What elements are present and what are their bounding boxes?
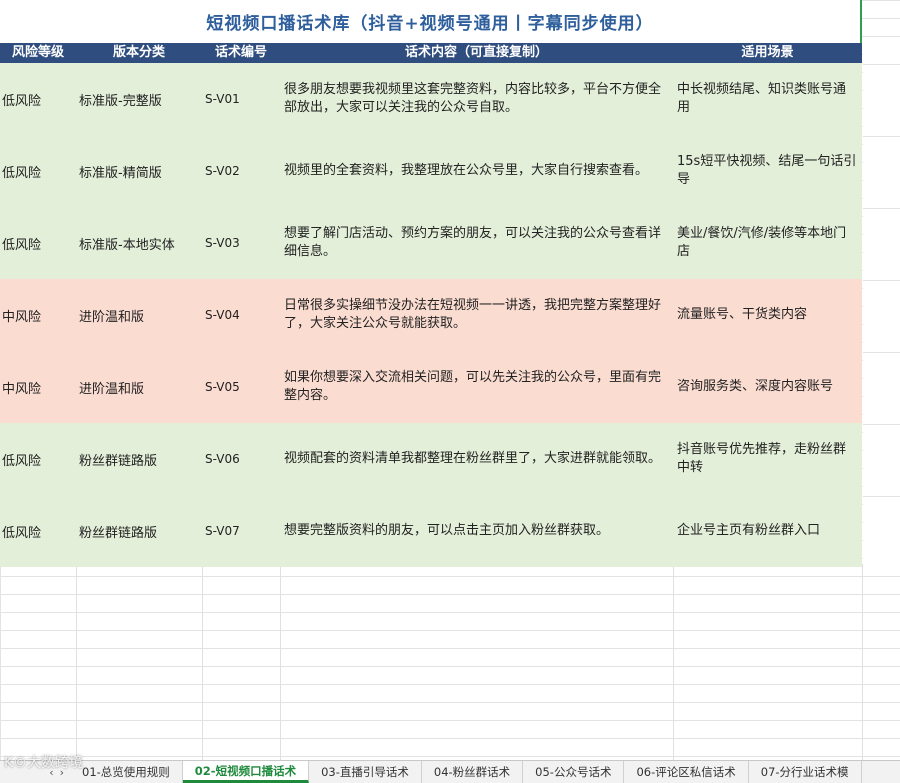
cell-risk[interactable]: 低风险: [0, 207, 76, 279]
sheet-tab-bar: ‹ › 01-总览使用规则 02-短视频口播话术 03-直播引导话术 04-粉丝…: [0, 760, 900, 783]
cell-scene[interactable]: 抖音账号优先推荐，走粉丝群中转: [673, 423, 862, 495]
cell-code[interactable]: S-V02: [202, 135, 280, 207]
cell-scene[interactable]: 企业号主页有粉丝群入口: [673, 495, 862, 567]
sheet-tab[interactable]: 01-总览使用规则: [70, 761, 183, 783]
cell-scene[interactable]: 咨询服务类、深度内容账号: [673, 351, 862, 423]
cell-content[interactable]: 想要完整版资料的朋友，可以点击主页加入粉丝群获取。: [280, 495, 673, 567]
cell-risk[interactable]: 中风险: [0, 279, 76, 351]
sheet-tab-active[interactable]: 02-短视频口播话术: [182, 761, 310, 783]
cell-scene[interactable]: 15s短平快视频、结尾一句话引导: [673, 135, 862, 207]
cell-content[interactable]: 日常很多实操细节没办法在短视频一一讲透，我把完整方案整理好了，大家关注公众号就能…: [280, 279, 673, 351]
cell-code[interactable]: S-V06: [202, 423, 280, 495]
cell-content[interactable]: 很多朋友想要我视频里这套完整资料，内容比较多，平台不方便全部放出，大家可以关注我…: [280, 63, 673, 135]
cell-category[interactable]: 标准版-完整版: [76, 63, 202, 135]
right-empty-column: [863, 44, 900, 564]
cell-category[interactable]: 粉丝群链路版: [76, 423, 202, 495]
table-row[interactable]: 低风险 标准版-完整版 S-V01 很多朋友想要我视频里这套完整资料，内容比较多…: [0, 63, 862, 135]
sheet-title[interactable]: 短视频口播话术库（抖音+视频号通用丨字幕同步使用）: [0, 0, 862, 43]
cell-category[interactable]: 进阶温和版: [76, 279, 202, 351]
table-row[interactable]: 低风险 标准版-精简版 S-V02 视频里的全套资料，我整理放在公众号里，大家自…: [0, 135, 862, 207]
header-code[interactable]: 话术编号: [202, 43, 280, 63]
cell-content[interactable]: 如果你想要深入交流相关问题，可以先关注我的公众号，里面有完整内容。: [280, 351, 673, 423]
cell-risk[interactable]: 低风险: [0, 63, 76, 135]
sheet-tab[interactable]: 03-直播引导话术: [309, 761, 422, 783]
cell-code[interactable]: S-V05: [202, 351, 280, 423]
grid-col-line: [673, 564, 674, 760]
cell-content[interactable]: 视频配套的资料清单我都整理在粉丝群里了，大家进群就能领取。: [280, 423, 673, 495]
cell-scene[interactable]: 中长视频结尾、知识类账号通用: [673, 63, 862, 135]
cell-risk[interactable]: 低风险: [0, 423, 76, 495]
table-row[interactable]: 低风险 标准版-本地实体 S-V03 想要了解门店活动、预约方案的朋友，可以关注…: [0, 207, 862, 279]
cell-code[interactable]: S-V04: [202, 279, 280, 351]
header-content[interactable]: 话术内容（可直接复制）: [280, 43, 673, 63]
grid-col-line: [280, 564, 281, 760]
cell-code[interactable]: S-V01: [202, 63, 280, 135]
cell-category[interactable]: 标准版-本地实体: [76, 207, 202, 279]
cell-risk[interactable]: 低风险: [0, 135, 76, 207]
table-row[interactable]: 中风险 进阶温和版 S-V05 如果你想要深入交流相关问题，可以先关注我的公众号…: [0, 351, 862, 423]
cell-content[interactable]: 视频里的全套资料，我整理放在公众号里，大家自行搜索查看。: [280, 135, 673, 207]
header-risk[interactable]: 风险等级: [0, 43, 76, 63]
sheet-tab[interactable]: 04-粉丝群话术: [422, 761, 524, 783]
cell-risk[interactable]: 低风险: [0, 495, 76, 567]
header-category[interactable]: 版本分类: [76, 43, 202, 63]
sheet-tab[interactable]: 05-公众号话术: [523, 761, 625, 783]
cell-category[interactable]: 进阶温和版: [76, 351, 202, 423]
table-row[interactable]: 低风险 粉丝群链路版 S-V07 想要完整版资料的朋友，可以点击主页加入粉丝群获…: [0, 495, 862, 567]
header-scene[interactable]: 适用场景: [673, 43, 862, 63]
grid-col-line: [862, 564, 863, 760]
watermark: K©大数跨境: [4, 755, 84, 771]
sheet-tab[interactable]: 06-评论区私信话术: [624, 761, 749, 783]
cell-category[interactable]: 粉丝群链路版: [76, 495, 202, 567]
header-row: 风险等级 版本分类 话术编号 话术内容（可直接复制） 适用场景: [0, 43, 862, 63]
cell-content[interactable]: 想要了解门店活动、预约方案的朋友，可以关注我的公众号查看详细信息。: [280, 207, 673, 279]
cell-scene[interactable]: 流量账号、干货类内容: [673, 279, 862, 351]
cell-code[interactable]: S-V07: [202, 495, 280, 567]
sheet-tab[interactable]: 07-分行业话术模: [749, 761, 862, 783]
grid-col-line: [202, 564, 203, 760]
grid-col-line: [76, 564, 77, 760]
table-row[interactable]: 中风险 进阶温和版 S-V04 日常很多实操细节没办法在短视频一一讲透，我把完整…: [0, 279, 862, 351]
cell-scene[interactable]: 美业/餐饮/汽修/装修等本地门店: [673, 207, 862, 279]
cell-category[interactable]: 标准版-精简版: [76, 135, 202, 207]
cell-risk[interactable]: 中风险: [0, 351, 76, 423]
table-row[interactable]: 低风险 粉丝群链路版 S-V06 视频配套的资料清单我都整理在粉丝群里了，大家进…: [0, 423, 862, 495]
cell-code[interactable]: S-V03: [202, 207, 280, 279]
